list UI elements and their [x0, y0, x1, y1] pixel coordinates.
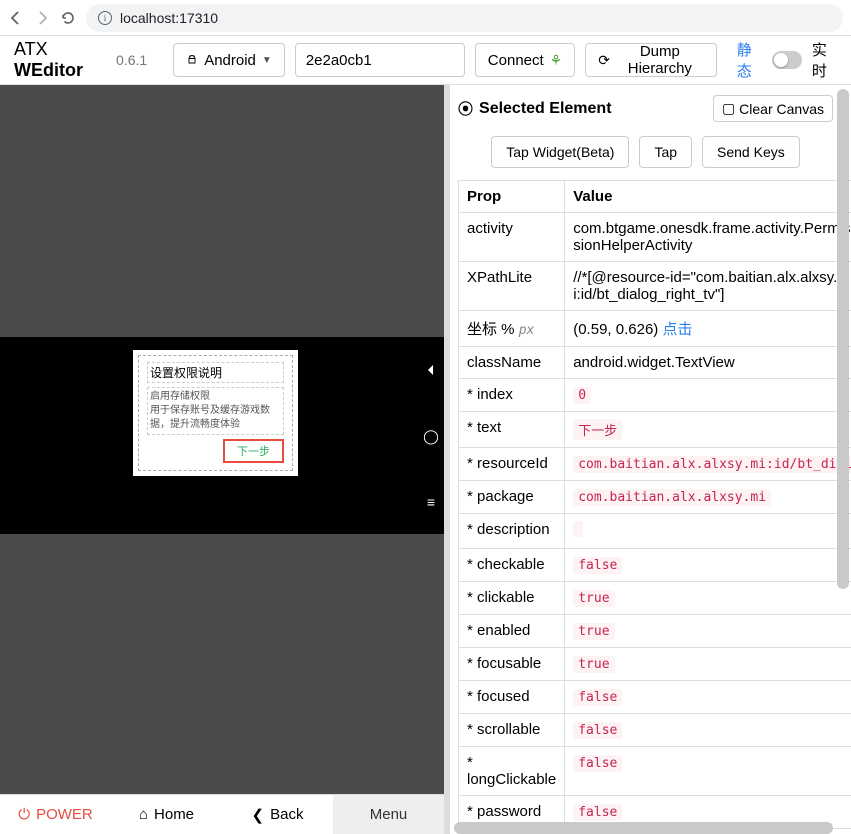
android-back-icon[interactable]: ⏴: [428, 362, 435, 379]
prop-value: true: [565, 648, 851, 681]
android-recents-icon[interactable]: ≡: [427, 494, 435, 510]
prop-value: android.widget.TextView: [565, 347, 851, 379]
browser-chrome: i localhost:17310: [0, 0, 851, 35]
android-nav-bar: ⏴ ◯ ≡: [418, 337, 444, 534]
prop-key: * scrollable: [459, 714, 565, 747]
mode-toggle[interactable]: [772, 51, 802, 69]
properties-table: PropValue activitycom.btgame.onesdk.fram…: [458, 180, 851, 829]
prop-key: * text: [459, 412, 565, 448]
device-controls: ⏻POWER ⌂Home ❮Back Menu: [0, 794, 444, 834]
prop-key: * enabled: [459, 615, 565, 648]
target-icon: ⦿: [458, 98, 473, 119]
prop-value: 下一步: [565, 412, 851, 448]
send-keys-button[interactable]: Send Keys: [702, 136, 800, 168]
prop-key: * checkable: [459, 549, 565, 582]
nav-back-button[interactable]: [8, 10, 24, 26]
chevron-left-icon: ❮: [252, 806, 265, 824]
prop-value: 0: [565, 379, 851, 412]
address-bar[interactable]: i localhost:17310: [86, 4, 843, 32]
nav-forward-button[interactable]: [34, 10, 50, 26]
device-panel: 设置权限说明 启用存储权限 用于保存账号及缓存游戏数据，提升流畅度体验 下一步: [0, 85, 444, 834]
prop-value: false: [565, 714, 851, 747]
home-button[interactable]: ⌂Home: [111, 795, 222, 834]
dump-hierarchy-button[interactable]: ⟳ Dump Hierarchy: [585, 43, 716, 77]
prop-key: 坐标 % px: [459, 311, 565, 347]
android-home-icon[interactable]: ◯: [423, 428, 439, 445]
prop-key: activity: [459, 213, 565, 262]
power-button[interactable]: ⏻POWER: [0, 795, 111, 834]
url-text: localhost:17310: [120, 10, 218, 26]
clear-canvas-button[interactable]: ▢ Clear Canvas: [713, 95, 833, 122]
dialog-title: 设置权限说明: [147, 362, 284, 383]
app-version: 0.6.1: [116, 52, 147, 68]
app-brand: ATX WEditor: [14, 39, 104, 81]
prop-value: false: [565, 549, 851, 582]
prop-key: * focusable: [459, 648, 565, 681]
tap-button[interactable]: Tap: [639, 136, 692, 168]
prop-value: com.btgame.onesdk.frame.activity.Permiss…: [565, 213, 851, 262]
square-icon: ▢: [722, 100, 735, 117]
panel-title: ⦿ Selected Element: [458, 98, 612, 119]
home-icon: ⌂: [139, 806, 148, 823]
th-prop: Prop: [459, 181, 565, 213]
prop-key: * resourceId: [459, 448, 565, 481]
inspector-panel: ⦿ Selected Element ▢ Clear Canvas Tap Wi…: [444, 85, 851, 834]
th-value: Value: [565, 181, 851, 213]
app-toolbar: ATX WEditor 0.6.1 Android ▼ Connect ⚘ ⟳ …: [0, 35, 851, 85]
tap-widget-button[interactable]: Tap Widget(Beta): [491, 136, 629, 168]
prop-key: * index: [459, 379, 565, 412]
action-row: Tap Widget(Beta) Tap Send Keys: [458, 136, 833, 168]
prop-key: * focused: [459, 681, 565, 714]
prop-key: * description: [459, 514, 565, 549]
prop-value: com.baitian.alx.alxsy.mi:id/bt_dial: [565, 448, 851, 481]
coord-click-link[interactable]: 点击: [662, 321, 692, 338]
refresh-icon: ⟳: [598, 52, 610, 69]
permission-dialog: 设置权限说明 启用存储权限 用于保存账号及缓存游戏数据，提升流畅度体验 下一步: [133, 350, 298, 476]
prop-value: [565, 514, 851, 549]
phone-area: 设置权限说明 启用存储权限 用于保存账号及缓存游戏数据，提升流畅度体验 下一步: [0, 85, 444, 794]
device-input[interactable]: [295, 43, 465, 77]
vertical-scrollbar[interactable]: [837, 89, 849, 824]
prop-key: * package: [459, 481, 565, 514]
back-button[interactable]: ❮Back: [222, 795, 333, 834]
android-icon: [186, 54, 198, 66]
static-mode-label[interactable]: 静态: [737, 39, 762, 81]
prop-value: false: [565, 681, 851, 714]
dialog-body: 启用存储权限 用于保存账号及缓存游戏数据，提升流畅度体验: [147, 387, 284, 435]
prop-value: true: [565, 582, 851, 615]
prop-key: * longClickable: [459, 747, 565, 796]
dialog-next-button[interactable]: 下一步: [223, 439, 284, 463]
power-icon: ⏻: [18, 806, 30, 823]
nav-reload-button[interactable]: [60, 10, 76, 26]
prop-key: XPathLite: [459, 262, 565, 311]
prop-value: //*[@resource-id="com.baitian.alx.alxsy.…: [565, 262, 851, 311]
main-split: 设置权限说明 启用存储权限 用于保存账号及缓存游戏数据，提升流畅度体验 下一步: [0, 85, 851, 834]
prop-value: com.baitian.alx.alxsy.mi: [565, 481, 851, 514]
prop-key: className: [459, 347, 565, 379]
prop-value: true: [565, 615, 851, 648]
plant-icon: ⚘: [550, 52, 563, 69]
prop-value: false: [565, 747, 851, 796]
realtime-mode-label[interactable]: 实时: [812, 39, 837, 81]
phone-screen[interactable]: 设置权限说明 启用存储权限 用于保存账号及缓存游戏数据，提升流畅度体验 下一步: [0, 337, 444, 534]
caret-down-icon: ▼: [262, 55, 272, 66]
info-icon: i: [98, 11, 112, 25]
horizontal-scrollbar[interactable]: [454, 822, 833, 834]
menu-button[interactable]: Menu: [333, 795, 444, 834]
prop-key: * clickable: [459, 582, 565, 615]
prop-value: (0.59, 0.626) 点击: [565, 311, 851, 347]
platform-select[interactable]: Android ▼: [173, 43, 285, 77]
connect-button[interactable]: Connect ⚘: [475, 43, 575, 77]
